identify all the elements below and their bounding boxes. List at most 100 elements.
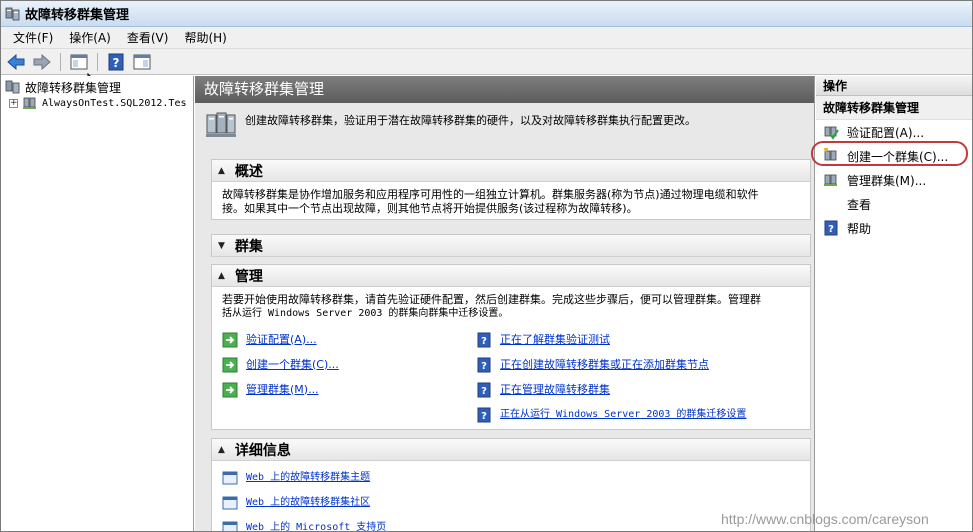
intro-text: 创建故障转移群集，验证用于潜在故障转移群集的硬件，以及对故障转移群集执行配置更改… (245, 114, 696, 127)
expand-triangle-icon[interactable]: ▼ (218, 241, 225, 251)
mmc-window: 故障转移群集管理 文件(F) 操作(A) 查看(V) 帮助(H) ? 故障转移群… (0, 0, 973, 532)
overview-header[interactable]: ▲ 概述 (212, 160, 810, 182)
overview-title: 概述 (234, 163, 263, 180)
overview-line1: 故障转移群集是协作增加服务和应用程序可用性的一组独立计算机。群集服务器(称为节点… (222, 188, 759, 201)
svg-text:?: ? (828, 224, 834, 235)
action-manage-cluster-label: 管理群集(M)... (847, 173, 927, 188)
watermark: http://www.cnblogs.com/careyson (721, 511, 929, 527)
overview-line2: 接。如果其中一个节点出现故障，则其他节点将开始提供服务(该过程称为故障转移)。 (222, 202, 638, 215)
manage-link-validate[interactable]: 验证配置(A)... (222, 327, 476, 352)
cluster-servers-icon (206, 112, 236, 137)
menu-file[interactable]: 文件(F) (5, 28, 61, 48)
create-cluster-link[interactable]: 创建一个群集(C)... (246, 358, 339, 372)
tree-root-label: 故障转移群集管理 (25, 80, 122, 95)
validate-link[interactable]: 验证配置(A)... (246, 333, 317, 347)
help-icon: ? (477, 357, 491, 372)
manage-header[interactable]: ▲ 管理 (212, 265, 810, 287)
web-page-icon (222, 521, 238, 531)
collapse-triangle-icon[interactable]: ▲ (218, 166, 225, 176)
action-manage-cluster[interactable]: 管理群集(M)... (816, 168, 972, 192)
action-validate-label: 验证配置(A)... (847, 125, 925, 140)
tree-root[interactable]: 故障转移群集管理 (1, 79, 193, 95)
manage-cluster-icon (824, 174, 837, 186)
overview-section: ▲ 概述 故障转移群集是协作增加服务和应用程序可用性的一组独立计算机。群集服务器… (211, 159, 811, 220)
green-arrow-icon (222, 357, 238, 372)
details-title: 详细信息 (234, 442, 291, 459)
help-link-row[interactable]: ? 正在管理故障转移群集 (476, 377, 746, 402)
svg-text:?: ? (481, 386, 487, 397)
web-page-icon (222, 471, 238, 484)
help-icon: ? (824, 220, 838, 236)
cluster-manager-icon (5, 80, 20, 94)
help-icon: ? (477, 332, 491, 347)
help-icon[interactable]: ? (105, 51, 127, 73)
main-header: 故障转移群集管理 (195, 76, 814, 103)
title-bar: 故障转移群集管理 (1, 1, 972, 27)
manage-section: ▲ 管理 若要开始使用故障转移群集，请首先验证硬件配置，然后创建群集。完成这些步… (211, 264, 811, 430)
cluster-app-icon (5, 7, 20, 20)
action-help[interactable]: ? 帮助 (816, 216, 972, 240)
clusters-header[interactable]: ▼ 群集 (212, 235, 810, 257)
web-link-topics[interactable]: Web 上的故障转移群集主题 (246, 471, 370, 485)
help-icon: ? (477, 407, 491, 422)
manage-line2: 括从运行 Windows Server 2003 的群集向群集中迁移设置。 (222, 308, 509, 319)
menu-action[interactable]: 操作(A) (61, 28, 119, 48)
annotation-circle (811, 141, 968, 166)
collapse-triangle-icon[interactable]: ▲ (218, 271, 225, 281)
console-tree: 故障转移群集管理 + AlwaysOnTest.SQL2012.Tes (1, 76, 194, 531)
toolbar-separator (97, 52, 98, 71)
help-link-row[interactable]: ? 正在了解群集验证测试 (476, 327, 746, 352)
web-page-icon (222, 496, 238, 509)
manage-body: 若要开始使用故障转移群集，请首先验证硬件配置，然后创建群集。完成这些步骤后，便可… (212, 287, 810, 431)
help-link-row[interactable]: ? 正在创建故障转移群集或正在添加群集节点 (476, 352, 746, 377)
svg-text:?: ? (481, 336, 487, 347)
help-link-migrate[interactable]: 正在从运行 Windows Server 2003 的群集迁移设置 (500, 408, 746, 422)
green-arrow-icon (222, 332, 238, 347)
action-view-label: 查看 (847, 197, 872, 212)
web-link-row[interactable]: Web 上的故障转移群集主题 (222, 465, 800, 490)
help-link-create-cluster[interactable]: 正在创建故障转移群集或正在添加群集节点 (500, 358, 709, 372)
toolbar-separator (60, 52, 61, 71)
help-link-validation-tests[interactable]: 正在了解群集验证测试 (500, 333, 610, 347)
actions-header: 操作 (816, 76, 972, 96)
web-link-support[interactable]: Web 上的 Microsoft 支持页 (246, 521, 386, 532)
menu-bar: 文件(F) 操作(A) 查看(V) 帮助(H) (1, 27, 972, 49)
collapse-triangle-icon[interactable]: ▲ (218, 445, 225, 455)
window-title: 故障转移群集管理 (25, 8, 130, 23)
help-link-manage-cluster[interactable]: 正在管理故障转移群集 (500, 383, 610, 397)
menu-help[interactable]: 帮助(H) (176, 28, 234, 48)
actions-subheader[interactable]: 故障转移群集管理 (816, 96, 972, 120)
manage-link-create[interactable]: 创建一个群集(C)... (222, 352, 476, 377)
green-arrow-icon (222, 382, 238, 397)
web-link-row[interactable]: Web 上的 Microsoft 支持页 (222, 515, 800, 532)
toolbar: ? (1, 49, 972, 75)
tree-cluster-node[interactable]: + AlwaysOnTest.SQL2012.Tes (1, 95, 193, 111)
menu-view[interactable]: 查看(V) (119, 28, 177, 48)
intro: 创建故障转移群集，验证用于潜在故障转移群集的硬件，以及对故障转移群集执行配置更改… (195, 103, 814, 155)
tree-cluster-label: AlwaysOnTest.SQL2012.Tes (42, 97, 187, 109)
main-pane: 故障转移群集管理 创建故障转移群集，验证用于潜在故障转移群集的硬件，以及对故障转… (195, 76, 815, 532)
svg-text:?: ? (481, 411, 487, 422)
console-tree-icon[interactable] (68, 51, 90, 73)
help-icon: ? (477, 382, 491, 397)
expand-icon[interactable]: + (9, 98, 18, 108)
clusters-section: ▼ 群集 (211, 234, 811, 257)
validate-config-icon (824, 126, 839, 140)
clusters-title: 群集 (234, 238, 263, 255)
action-view[interactable]: 查看 (816, 192, 972, 216)
manage-title: 管理 (234, 268, 263, 285)
web-link-row[interactable]: Web 上的故障转移群集社区 (222, 490, 800, 515)
manage-cluster-link[interactable]: 管理群集(M)... (246, 383, 319, 397)
help-link-row[interactable]: ? 正在从运行 Windows Server 2003 的群集迁移设置 (476, 402, 746, 427)
forward-arrow-icon[interactable] (31, 51, 53, 73)
back-arrow-icon[interactable] (5, 51, 27, 73)
details-header[interactable]: ▲ 详细信息 (212, 439, 810, 461)
show-pane-icon[interactable] (131, 51, 153, 73)
svg-text:?: ? (481, 361, 487, 372)
manage-link-manage[interactable]: 管理群集(M)... (222, 377, 476, 402)
svg-text:?: ? (113, 56, 120, 70)
manage-line1: 若要开始使用故障转移群集，请首先验证硬件配置，然后创建群集。完成这些步骤后，便可… (222, 293, 761, 306)
cluster-icon (23, 97, 36, 109)
overview-body: 故障转移群集是协作增加服务和应用程序可用性的一组独立计算机。群集服务器(称为节点… (212, 182, 810, 220)
web-link-community[interactable]: Web 上的故障转移群集社区 (246, 496, 370, 510)
